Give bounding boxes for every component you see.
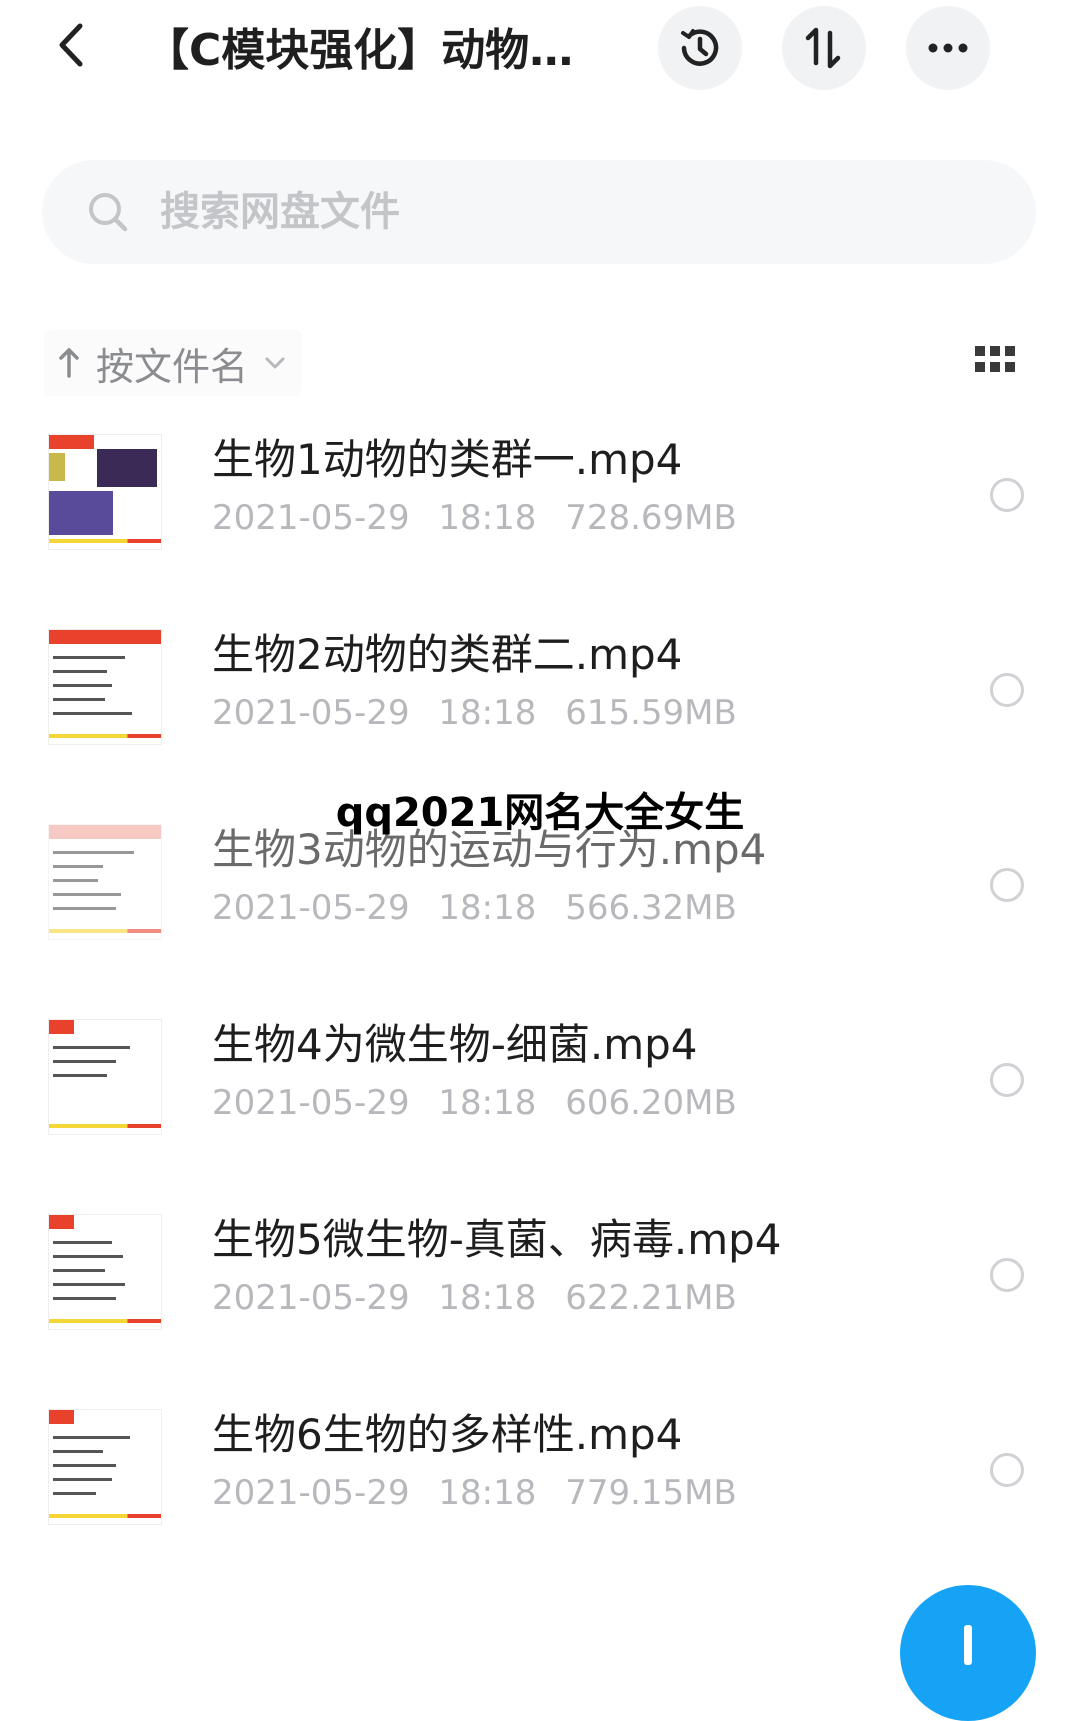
more-icon — [928, 43, 968, 53]
select-radio[interactable] — [990, 868, 1024, 902]
video-thumbnail — [48, 434, 162, 550]
file-date: 2021-05-29 — [212, 888, 410, 928]
file-date: 2021-05-29 — [212, 1473, 410, 1513]
list-item[interactable]: 生物1动物的类群一.mp4 2021-05-29 18:18 728.69MB — [0, 420, 1080, 560]
back-arrow-icon[interactable] — [50, 20, 100, 70]
list-item[interactable]: 生物2动物的类群二.mp4 2021-05-29 18:18 615.59MB — [0, 615, 1080, 755]
list-item[interactable]: 生物5微生物-真菌、病毒.mp4 2021-05-29 18:18 622.21… — [0, 1200, 1080, 1340]
add-button[interactable] — [900, 1585, 1036, 1721]
history-button[interactable] — [658, 6, 742, 90]
file-size: 566.32MB — [565, 888, 737, 928]
select-radio[interactable] — [990, 673, 1024, 707]
file-date: 2021-05-29 — [212, 1278, 410, 1318]
list-item[interactable]: 生物6生物的多样性.mp4 2021-05-29 18:18 779.15MB — [0, 1395, 1080, 1535]
file-meta: 2021-05-29 18:18 606.20MB — [212, 1083, 755, 1123]
file-time: 18:18 — [438, 888, 537, 928]
file-date: 2021-05-29 — [212, 1083, 410, 1123]
file-date: 2021-05-29 — [212, 498, 410, 538]
search-input[interactable] — [160, 178, 760, 246]
file-meta: 2021-05-29 18:18 779.15MB — [212, 1473, 755, 1513]
file-time: 18:18 — [438, 1473, 537, 1513]
file-size: 622.21MB — [565, 1278, 737, 1318]
video-thumbnail — [48, 629, 162, 745]
video-thumbnail — [48, 1409, 162, 1525]
video-thumbnail — [48, 1214, 162, 1330]
chevron-down-icon — [265, 357, 285, 369]
file-meta: 2021-05-29 18:18 566.32MB — [212, 888, 755, 928]
more-button[interactable] — [906, 6, 990, 90]
watermark-text: qq2021网名大全女生 — [335, 790, 745, 836]
file-time: 18:18 — [438, 693, 537, 733]
file-meta: 2021-05-29 18:18 728.69MB — [212, 498, 755, 538]
video-thumbnail — [48, 1019, 162, 1135]
file-meta: 2021-05-29 18:18 622.21MB — [212, 1278, 755, 1318]
history-icon — [681, 29, 719, 66]
top-bar: 【C模块强化】动物… — [0, 0, 1080, 100]
select-radio[interactable] — [990, 1258, 1024, 1292]
sort-selector[interactable]: 按文件名 — [44, 330, 303, 396]
search-icon — [89, 193, 128, 232]
video-thumbnail — [48, 824, 162, 940]
file-time: 18:18 — [438, 1278, 537, 1318]
file-name: 生物2动物的类群二.mp4 — [212, 630, 683, 679]
select-radio[interactable] — [990, 1453, 1024, 1487]
file-meta: 2021-05-29 18:18 615.59MB — [212, 693, 755, 733]
select-radio[interactable] — [990, 478, 1024, 512]
file-name: 生物5微生物-真菌、病毒.mp4 — [212, 1215, 782, 1264]
file-time: 18:18 — [438, 498, 537, 538]
file-size: 728.69MB — [565, 498, 737, 538]
file-size: 606.20MB — [565, 1083, 737, 1123]
list-item[interactable]: 生物4为微生物-细菌.mp4 2021-05-29 18:18 606.20MB — [0, 1005, 1080, 1145]
sort-label: 按文件名 — [96, 344, 249, 389]
search-bar[interactable] — [42, 160, 1036, 264]
arrow-up-icon — [59, 348, 79, 378]
grid-view-icon[interactable] — [975, 346, 1015, 374]
file-size: 779.15MB — [565, 1473, 737, 1513]
file-name: 生物6生物的多样性.mp4 — [212, 1410, 683, 1459]
file-time: 18:18 — [438, 1083, 537, 1123]
plus-icon — [964, 1625, 972, 1665]
page-title: 【C模块强化】动物… — [145, 25, 574, 76]
sort-button[interactable] — [782, 6, 866, 90]
file-name: 生物1动物的类群一.mp4 — [212, 435, 683, 484]
file-size: 615.59MB — [565, 693, 737, 733]
file-name: 生物4为微生物-细菌.mp4 — [212, 1020, 698, 1069]
file-date: 2021-05-29 — [212, 693, 410, 733]
sort-icon — [805, 27, 841, 69]
select-radio[interactable] — [990, 1063, 1024, 1097]
